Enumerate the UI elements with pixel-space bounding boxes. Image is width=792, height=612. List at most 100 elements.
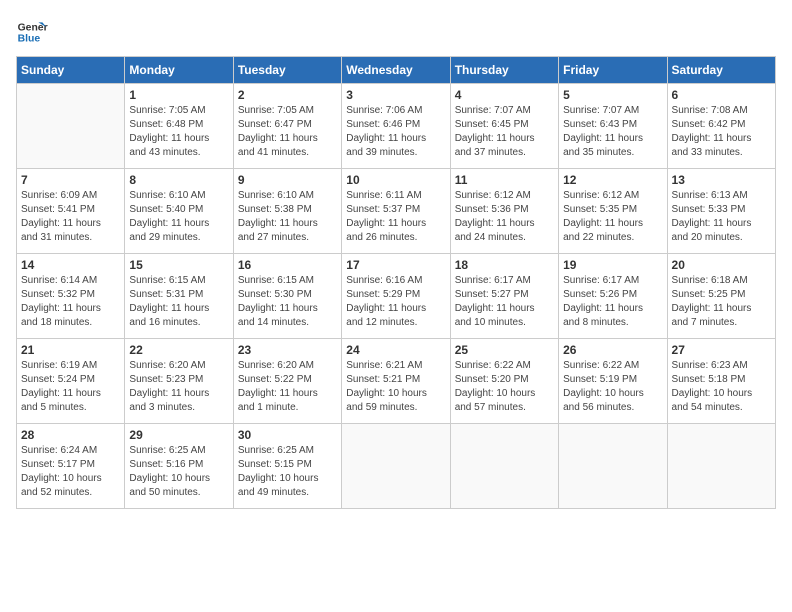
calendar-cell: 6Sunrise: 7:08 AM Sunset: 6:42 PM Daylig…: [667, 84, 775, 169]
calendar-cell: 15 Sunrise: 6:15 AM Sunset: 5:31 PM Dayli…: [125, 254, 233, 339]
day-number: 26: [563, 343, 662, 357]
day-info: Sunrise: 6:13 AM Sunset: 5:33 PM Dayligh…: [672, 189, 771, 245]
calendar-cell: 9 Sunrise: 6:10 AM Sunset: 5:38 PM Daylig…: [233, 169, 341, 254]
calendar-cell: 2 Sunrise: 7:05 AM Sunset: 6:47 PM Daylig…: [233, 84, 341, 169]
day-number: 25: [455, 343, 554, 357]
calendar-header: SundayMondayTuesdayWednesdayThursdayFrid…: [17, 57, 776, 84]
weekday-header: Friday: [559, 57, 667, 84]
calendar-cell: 30Sunrise: 6:25 AM Sunset: 5:15 PM Dayli…: [233, 424, 341, 509]
calendar-cell: 20 Sunrise: 6:18 AM Sunset: 5:25 PM Dayli…: [667, 254, 775, 339]
day-info: Sunrise: 6:11 AM Sunset: 5:37 PM Dayligh…: [346, 189, 445, 245]
day-number: 18: [455, 258, 554, 272]
calendar-cell: 17Sunrise: 6:16 AM Sunset: 5:29 PM Dayli…: [342, 254, 450, 339]
day-number: 14: [21, 258, 120, 272]
calendar-cell: 29 Sunrise: 6:25 AM Sunset: 5:16 PM Dayli…: [125, 424, 233, 509]
day-info: Sunrise: 7:07 AM Sunset: 6:45 PM Dayligh…: [455, 104, 554, 160]
logo-icon: General Blue: [16, 16, 48, 48]
day-info: Sunrise: 6:10 AM Sunset: 5:38 PM Dayligh…: [238, 189, 337, 245]
calendar-cell: 19 Sunrise: 6:17 AM Sunset: 5:26 PM Dayli…: [559, 254, 667, 339]
calendar-table: SundayMondayTuesdayWednesdayThursdayFrid…: [16, 56, 776, 509]
calendar-cell: 10 Sunrise: 6:11 AM Sunset: 5:37 PM Dayli…: [342, 169, 450, 254]
calendar-week: 21 Sunrise: 6:19 AM Sunset: 5:24 PM Dayli…: [17, 339, 776, 424]
day-info: Sunrise: 6:15 AM Sunset: 5:30 PM Dayligh…: [238, 274, 337, 330]
calendar-cell: 13 Sunrise: 6:13 AM Sunset: 5:33 PM Dayli…: [667, 169, 775, 254]
day-number: 11: [455, 173, 554, 187]
day-number: 13: [672, 173, 771, 187]
day-number: 2: [238, 88, 337, 102]
calendar-week: 28Sunrise: 6:24 AM Sunset: 5:17 PM Dayli…: [17, 424, 776, 509]
day-info: Sunrise: 6:22 AM Sunset: 5:19 PM Dayligh…: [563, 359, 662, 415]
calendar-cell: 23 Sunrise: 6:20 AM Sunset: 5:22 PM Dayli…: [233, 339, 341, 424]
svg-text:Blue: Blue: [18, 34, 41, 45]
calendar-cell: 1 Sunrise: 7:05 AM Sunset: 6:48 PM Daylig…: [125, 84, 233, 169]
calendar-cell: [450, 424, 558, 509]
calendar-cell: 5 Sunrise: 7:07 AM Sunset: 6:43 PM Daylig…: [559, 84, 667, 169]
day-info: Sunrise: 6:12 AM Sunset: 5:36 PM Dayligh…: [455, 189, 554, 245]
day-info: Sunrise: 6:16 AM Sunset: 5:29 PM Dayligh…: [346, 274, 445, 330]
day-info: Sunrise: 7:07 AM Sunset: 6:43 PM Dayligh…: [563, 104, 662, 160]
weekday-header: Tuesday: [233, 57, 341, 84]
day-number: 24: [346, 343, 445, 357]
day-number: 23: [238, 343, 337, 357]
calendar-cell: 7Sunrise: 6:09 AM Sunset: 5:41 PM Daylig…: [17, 169, 125, 254]
day-number: 21: [21, 343, 120, 357]
day-info: Sunrise: 6:14 AM Sunset: 5:32 PM Dayligh…: [21, 274, 120, 330]
calendar-week: 1 Sunrise: 7:05 AM Sunset: 6:48 PM Daylig…: [17, 84, 776, 169]
day-number: 29: [129, 428, 228, 442]
day-info: Sunrise: 6:20 AM Sunset: 5:23 PM Dayligh…: [129, 359, 228, 415]
day-number: 15: [129, 258, 228, 272]
day-info: Sunrise: 7:05 AM Sunset: 6:48 PM Dayligh…: [129, 104, 228, 160]
weekday-header: Monday: [125, 57, 233, 84]
day-number: 5: [563, 88, 662, 102]
day-number: 9: [238, 173, 337, 187]
day-info: Sunrise: 6:15 AM Sunset: 5:31 PM Dayligh…: [129, 274, 228, 330]
day-number: 19: [563, 258, 662, 272]
day-info: Sunrise: 7:05 AM Sunset: 6:47 PM Dayligh…: [238, 104, 337, 160]
calendar-cell: 4 Sunrise: 7:07 AM Sunset: 6:45 PM Daylig…: [450, 84, 558, 169]
day-info: Sunrise: 6:19 AM Sunset: 5:24 PM Dayligh…: [21, 359, 120, 415]
day-info: Sunrise: 6:10 AM Sunset: 5:40 PM Dayligh…: [129, 189, 228, 245]
day-info: Sunrise: 6:17 AM Sunset: 5:27 PM Dayligh…: [455, 274, 554, 330]
day-info: Sunrise: 6:17 AM Sunset: 5:26 PM Dayligh…: [563, 274, 662, 330]
page-header: General Blue: [16, 16, 776, 48]
day-number: 8: [129, 173, 228, 187]
calendar-cell: 12 Sunrise: 6:12 AM Sunset: 5:35 PM Dayli…: [559, 169, 667, 254]
day-number: 10: [346, 173, 445, 187]
calendar-cell: 22Sunrise: 6:20 AM Sunset: 5:23 PM Dayli…: [125, 339, 233, 424]
day-info: Sunrise: 7:06 AM Sunset: 6:46 PM Dayligh…: [346, 104, 445, 160]
calendar-cell: [17, 84, 125, 169]
calendar-cell: 21 Sunrise: 6:19 AM Sunset: 5:24 PM Dayli…: [17, 339, 125, 424]
calendar-cell: [667, 424, 775, 509]
day-number: 27: [672, 343, 771, 357]
day-number: 20: [672, 258, 771, 272]
day-number: 3: [346, 88, 445, 102]
day-info: Sunrise: 6:20 AM Sunset: 5:22 PM Dayligh…: [238, 359, 337, 415]
day-info: Sunrise: 6:22 AM Sunset: 5:20 PM Dayligh…: [455, 359, 554, 415]
weekday-header: Saturday: [667, 57, 775, 84]
calendar-cell: 25 Sunrise: 6:22 AM Sunset: 5:20 PM Dayli…: [450, 339, 558, 424]
day-number: 30: [238, 428, 337, 442]
day-number: 1: [129, 88, 228, 102]
day-number: 4: [455, 88, 554, 102]
day-info: Sunrise: 6:23 AM Sunset: 5:18 PM Dayligh…: [672, 359, 771, 415]
calendar-cell: 26 Sunrise: 6:22 AM Sunset: 5:19 PM Dayli…: [559, 339, 667, 424]
day-number: 12: [563, 173, 662, 187]
calendar-cell: 16 Sunrise: 6:15 AM Sunset: 5:30 PM Dayli…: [233, 254, 341, 339]
weekday-header: Sunday: [17, 57, 125, 84]
day-info: Sunrise: 6:25 AM Sunset: 5:16 PM Dayligh…: [129, 444, 228, 500]
calendar-cell: 27 Sunrise: 6:23 AM Sunset: 5:18 PM Dayli…: [667, 339, 775, 424]
calendar-cell: 14 Sunrise: 6:14 AM Sunset: 5:32 PM Dayli…: [17, 254, 125, 339]
calendar-cell: 3 Sunrise: 7:06 AM Sunset: 6:46 PM Daylig…: [342, 84, 450, 169]
calendar-cell: [559, 424, 667, 509]
day-info: Sunrise: 6:12 AM Sunset: 5:35 PM Dayligh…: [563, 189, 662, 245]
weekday-header: Thursday: [450, 57, 558, 84]
day-number: 7: [21, 173, 120, 187]
day-number: 16: [238, 258, 337, 272]
calendar-cell: 8 Sunrise: 6:10 AM Sunset: 5:40 PM Daylig…: [125, 169, 233, 254]
day-info: Sunrise: 6:21 AM Sunset: 5:21 PM Dayligh…: [346, 359, 445, 415]
calendar-cell: 11 Sunrise: 6:12 AM Sunset: 5:36 PM Dayli…: [450, 169, 558, 254]
logo: General Blue: [16, 16, 52, 48]
calendar-cell: 24 Sunrise: 6:21 AM Sunset: 5:21 PM Dayli…: [342, 339, 450, 424]
day-info: Sunrise: 6:18 AM Sunset: 5:25 PM Dayligh…: [672, 274, 771, 330]
day-number: 28: [21, 428, 120, 442]
